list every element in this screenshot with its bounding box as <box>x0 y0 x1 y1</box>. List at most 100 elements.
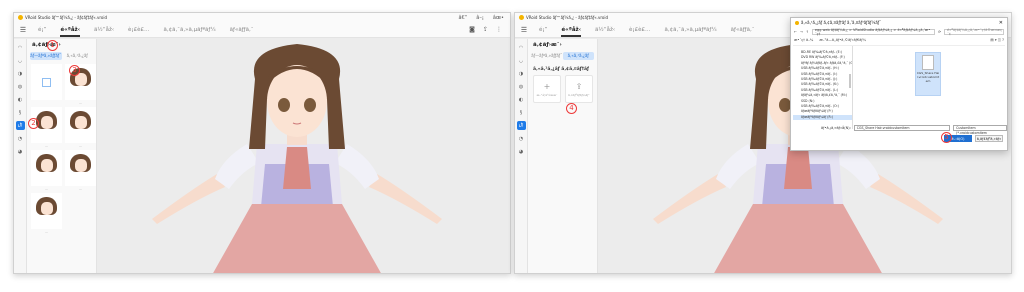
file-icon <box>922 55 934 70</box>
hair-color-icon[interactable]: ◕ <box>517 147 526 156</box>
front-hair-icon[interactable]: ◠ <box>16 43 25 52</box>
file-name: CGS_Share Hair.vroidcustomitem <box>916 71 940 83</box>
custom-item-actions: + æ–°è¦ä½œæˆ ⇪ ã‚¤ãƒ³ãƒãƒ¼ãƒˆ <box>533 75 594 103</box>
main-nav: ☰ é¡” é«ªåž‹ ä½“åž‹ è¡£è£… ã‚¢ã‚¯ã‚»ã‚µã… <box>14 22 510 38</box>
back-arrow-icon[interactable]: ← <box>794 30 797 34</box>
side-hair-icon[interactable]: ◑ <box>16 69 25 78</box>
preset-custom-toggle: ãƒ—ãƒªã‚»ãƒƒãƒˆ ã‚«ã‚¹ã‚¿ãƒ <box>531 52 594 60</box>
ahoge-icon[interactable]: Ⴐ <box>15 121 25 130</box>
front-hair-icon[interactable]: ◠ <box>517 43 526 52</box>
hair-thumbnail <box>70 154 91 178</box>
preset-item[interactable]: — <box>31 150 62 191</box>
filename-row: ãƒ•ã‚¡ã‚¤ãƒ«å(N): CGS_Share Hair.vroidcu… <box>791 125 1007 135</box>
new-item-button[interactable]: + æ–°è¦ä½œæˆ <box>533 75 561 103</box>
title-bar: VRoid Studio ãƒ™ãƒ¼ã‚¿ - ãƒ¢ãƒ‡ãƒ«.vroid… <box>14 13 510 22</box>
braid-icon[interactable]: § <box>16 108 25 117</box>
import-button[interactable]: ⇪ ã‚¤ãƒ³ãƒãƒ¼ãƒˆ <box>565 75 593 103</box>
hair-color-icon[interactable]: ◕ <box>16 147 25 156</box>
tab-face[interactable]: é¡” <box>539 23 547 37</box>
bun-icon[interactable]: ◐ <box>517 95 526 104</box>
preset-none[interactable] <box>31 64 62 100</box>
preset-item[interactable]: — <box>65 150 96 191</box>
hair-thumbnail <box>70 111 91 135</box>
tab-look[interactable]: ãƒ«ãƒƒã‚¯ <box>230 23 254 37</box>
dialog-close-icon[interactable]: ✕ <box>999 20 1007 26</box>
hair-base-icon[interactable]: ◍ <box>16 82 25 91</box>
filetype-select[interactable]: CustomItem (*.vroidcustomitem <box>953 125 1007 135</box>
refresh-icon[interactable]: ⟳ <box>938 30 941 34</box>
back-hair-icon[interactable]: ◡ <box>517 56 526 65</box>
ahoge-panel: ã‚¢ãƒ›æ¯› ãƒ—ãƒªã‚»ãƒƒãƒˆ ã‚«ã‚¹ã‚¿ãƒ ã‚… <box>528 39 598 273</box>
annotation-marker-1: 1 <box>47 40 58 51</box>
tab-outfit[interactable]: è¡£è£… <box>629 23 650 37</box>
preset-grid: — — — — — — <box>31 64 96 234</box>
preset-item[interactable]: — <box>65 107 96 148</box>
file-list: CGS_Share Hair.vroidcustomitem <box>853 46 1005 129</box>
dialog-content: BD-RE ãƒ‰ãƒ©ã‚¤ãƒ– (E:) DVD RW ãƒ‰ãƒ©ã‚¤… <box>793 45 1005 129</box>
panel-title: ã‚¢ãƒ›æ¯› <box>32 42 61 48</box>
preset-item[interactable]: — <box>31 193 62 234</box>
braid-icon[interactable]: § <box>517 108 526 117</box>
tab-look[interactable]: ãƒ«ãƒƒã‚¯ <box>731 23 755 37</box>
ahoge-icon[interactable]: Ⴐ <box>516 121 526 130</box>
tree-scrollbar[interactable] <box>849 74 851 88</box>
dialog-logo-icon <box>795 20 799 25</box>
annotation-marker-3: 3 <box>69 65 80 76</box>
folder-tree: BD-RE ãƒ‰ãƒ©ã‚¤ãƒ– (E:) DVD RW ãƒ‰ãƒ©ã‚¤… <box>793 46 853 129</box>
tree-item[interactable]: DVD RW ãƒ‰ãƒ©ã‚¤ãƒ– (F:) <box>793 55 852 60</box>
annotation-marker-4: 4 <box>566 103 577 114</box>
hair-category-sidebar: ◠ ◡ ◑ ◍ ◐ § Ⴐ ◔ ◕ <box>14 39 27 273</box>
tab-custom[interactable]: ã‚«ã‚¹ã‚¿ãƒ <box>562 52 594 60</box>
new-folder-button[interactable]: æ–°ã—ã„ãƒ•ã‚©ãƒ«ãƒ€ãƒ¼ <box>819 38 866 42</box>
tab-body[interactable]: ä½“åž‹ <box>595 23 615 37</box>
file-item-selected[interactable]: CGS_Share Hair.vroidcustomitem <box>915 52 941 96</box>
up-arrow-icon[interactable]: ↑ <box>806 30 809 34</box>
filename-label: ãƒ•ã‚¡ã‚¤ãƒ«å(N): <box>821 126 851 130</box>
model-viewport[interactable] <box>97 39 510 273</box>
tab-hairstyle[interactable]: é«ªåž‹ <box>60 23 80 37</box>
maximize-button[interactable]: â–¡ <box>476 15 484 21</box>
forward-arrow-icon[interactable]: → <box>800 30 803 34</box>
close-button[interactable]: âœ• <box>493 15 504 21</box>
panel-title: ã‚¢ãƒ›æ¯› <box>533 42 562 48</box>
address-bar[interactable]: egg web ãƒ‡ãƒ¼ã‚¿ > VRoidStudio ãƒ‡ãƒ¼ã‚… <box>811 28 936 36</box>
tab-accessory[interactable]: ã‚¢ã‚¯ã‚»ã‚µãƒªãƒ¼ <box>665 23 717 37</box>
organize-menu[interactable]: æ•´ç† â–¾ <box>794 38 813 42</box>
hair-thumbnail <box>36 154 57 178</box>
tree-item[interactable]: ãƒ­ãƒ¼ã‚«ãƒ« ãƒ‡ã‚£ã‚¹ã‚¯ (M:) <box>793 93 852 98</box>
upload-icon: ⇪ <box>575 81 583 91</box>
cancel-button[interactable]: ã‚­ãƒ£ãƒ³ã‚»ãƒ« <box>975 135 1003 142</box>
tab-custom[interactable]: ã‚«ã‚¹ã‚¿ãƒ <box>62 52 94 60</box>
minimize-button[interactable]: â€“ <box>458 15 467 21</box>
annotation-marker-5: 5 <box>941 132 952 143</box>
bun-icon[interactable]: ◐ <box>16 95 25 104</box>
tab-accessory[interactable]: ã‚¢ã‚¯ã‚»ã‚µãƒªãƒ¼ <box>164 23 216 37</box>
dialog-search-input[interactable]: é«ªãƒ‡ãƒ¼ã‚¿ã‚’æ•´ç†ã®æ¤œç´¢ <box>944 28 1004 36</box>
tab-body[interactable]: ä½“åž‹ <box>94 23 114 37</box>
filename-input[interactable]: CGS_Share Hair.vroidcustomitem <box>853 125 951 131</box>
hamburger-menu-icon[interactable]: ☰ <box>515 26 533 34</box>
tree-item-selected[interactable]: ãƒœãƒªãƒ¥ãƒ¼ãƒ (R:) <box>793 114 852 121</box>
extra-hair-icon[interactable]: ◔ <box>16 134 25 143</box>
tab-hairstyle[interactable]: é«ªåž‹ <box>561 23 581 37</box>
side-hair-icon[interactable]: ◑ <box>517 69 526 78</box>
back-hair-icon[interactable]: ◡ <box>16 56 25 65</box>
window-title: VRoid Studio ãƒ™ãƒ¼ã‚¿ - ãƒ¢ãƒ‡ãƒ«.vroid <box>526 15 609 20</box>
tab-outfit[interactable]: è¡£è£… <box>128 23 149 37</box>
view-options-icon[interactable]: ▤ ▾ ◫ ? <box>990 38 1004 42</box>
main-tabs: é¡” é«ªåž‹ ä½“åž‹ è¡£è£… ã‚¢ã‚¯ã‚»ã‚µãƒª… <box>539 23 754 37</box>
more-menu-icon[interactable]: ⋮ <box>496 26 502 33</box>
hamburger-menu-icon[interactable]: ☰ <box>14 26 32 34</box>
dialog-buttons: é–‹ã(O) ã‚­ãƒ£ãƒ³ã‚»ãƒ« <box>791 135 1007 142</box>
hair-base-icon[interactable]: ◍ <box>517 82 526 91</box>
extra-hair-icon[interactable]: ◔ <box>517 134 526 143</box>
tab-preset[interactable]: ãƒ—ãƒªã‚»ãƒƒãƒˆ <box>30 52 62 60</box>
app-window-custom-import: VRoid Studio ãƒ™ãƒ¼ã‚¿ - ãƒ¢ãƒ‡ãƒ«.vroid… <box>514 12 1012 274</box>
window-controls: â€“ â–¡ âœ• <box>458 15 510 21</box>
export-icon[interactable]: ⇪ <box>483 26 488 33</box>
import-label: ã‚¤ãƒ³ãƒãƒ¼ãƒˆ <box>568 92 590 97</box>
tab-face[interactable]: é¡” <box>38 23 46 37</box>
tab-preset[interactable]: ãƒ—ãƒªã‚»ãƒƒãƒˆ <box>531 52 563 60</box>
preset-custom-toggle: ãƒ—ãƒªã‚»ãƒƒãƒˆ ã‚«ã‚¹ã‚¿ãƒ <box>30 52 93 60</box>
camera-icon[interactable]: ◙ <box>469 26 475 33</box>
